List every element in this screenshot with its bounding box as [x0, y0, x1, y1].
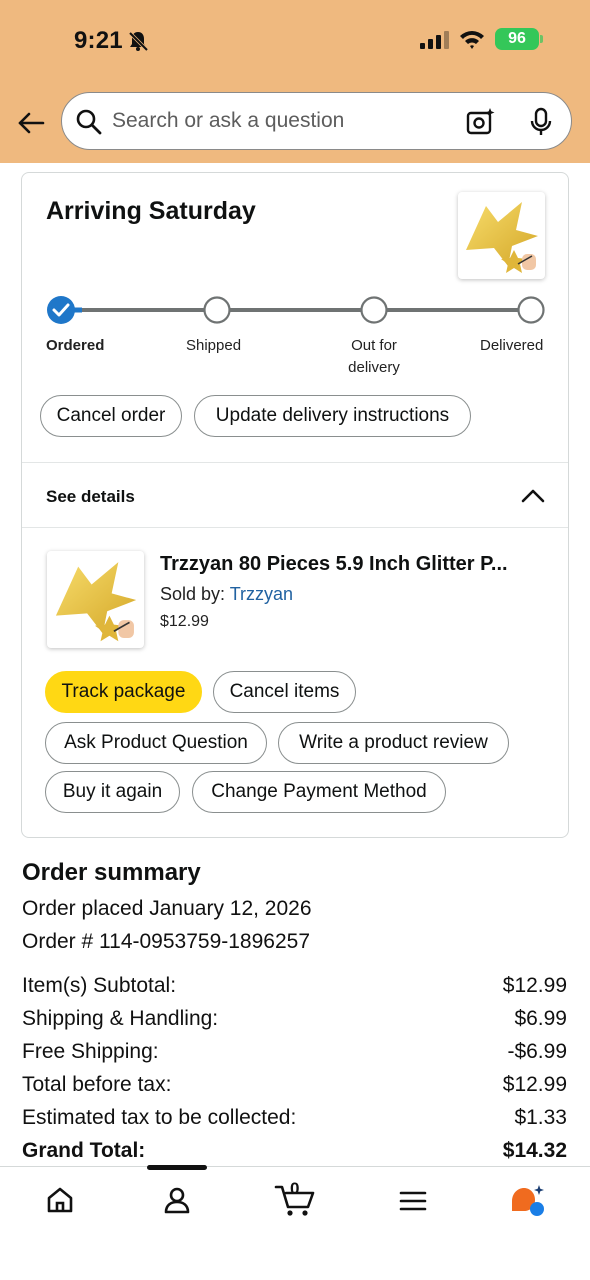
track-package-button[interactable]: Track package	[45, 671, 202, 713]
glitter-star-image	[466, 202, 538, 273]
ask-product-question-button[interactable]: Ask Product Question	[45, 722, 267, 764]
cart-count: 0	[290, 1179, 300, 1198]
cellular-signal-icon	[420, 31, 449, 49]
rufus-assistant-icon[interactable]	[509, 1183, 547, 1219]
header: 9:21 96	[0, 0, 590, 163]
free-shipping-value: -$6.99	[507, 1040, 567, 1063]
step-ofd-line1: Out for	[351, 337, 397, 354]
wifi-icon	[460, 31, 484, 49]
buy-it-again-button[interactable]: Buy it again	[45, 771, 180, 813]
step-out-for-delivery-label: Out for delivery	[340, 335, 408, 379]
update-delivery-instructions-button[interactable]: Update delivery instructions	[194, 395, 471, 437]
divider	[22, 527, 568, 528]
step-shipped-label: Shipped	[186, 337, 242, 354]
seller-link[interactable]: Trzzyan	[230, 584, 293, 604]
cancel-items-button[interactable]: Cancel items	[213, 671, 356, 713]
microphone-icon[interactable]	[529, 107, 553, 137]
divider	[22, 462, 568, 463]
camera-lens-icon[interactable]	[466, 107, 496, 137]
status-time: 9:21	[74, 27, 123, 54]
product-thumbnail[interactable]	[458, 192, 545, 279]
estimated-tax-label: Estimated tax to be collected:	[22, 1106, 297, 1129]
grand-total-label: Grand Total:	[22, 1139, 146, 1162]
item-thumbnail[interactable]	[47, 551, 144, 648]
glitter-star-image	[55, 562, 137, 642]
item-title-link[interactable]: Trzzyan 80 Pieces 5.9 Inch Glitter P...	[160, 553, 552, 576]
bell-muted-icon	[127, 30, 149, 52]
cart-button[interactable]: 0	[274, 1179, 316, 1217]
bottom-nav: 0	[0, 1165, 590, 1280]
subtotal-label: Item(s) Subtotal:	[22, 974, 177, 997]
battery-indicator: 96	[495, 28, 543, 50]
chevron-up-icon[interactable]	[520, 486, 546, 506]
see-details-toggle[interactable]: See details	[46, 487, 135, 507]
step-delivered-label: Delivered	[480, 337, 544, 354]
account-icon[interactable]	[162, 1185, 192, 1215]
search-icon	[76, 109, 102, 135]
search-bar[interactable]	[61, 92, 572, 150]
menu-icon[interactable]	[399, 1185, 427, 1215]
subtotal-value: $12.99	[502, 974, 567, 997]
search-input[interactable]	[112, 93, 452, 148]
arriving-heading: Arriving Saturday	[46, 197, 256, 225]
sold-by-label: Sold by:	[160, 584, 230, 604]
order-card: Arriving Saturday Ordered Shipped Out fo…	[21, 172, 569, 838]
back-arrow-icon[interactable]	[16, 108, 46, 138]
battery-level: 96	[508, 30, 526, 47]
write-review-button[interactable]: Write a product review	[278, 722, 509, 764]
shipping-label: Shipping & Handling:	[22, 1007, 219, 1030]
step-ofd-line2: delivery	[348, 359, 400, 376]
sold-by: Sold by: Trzzyan	[160, 584, 293, 605]
free-shipping-label: Free Shipping:	[22, 1040, 159, 1063]
order-number: Order # 114-0953759-1896257	[22, 930, 311, 953]
active-tab-indicator	[147, 1165, 207, 1170]
order-summary-title: Order summary	[22, 859, 201, 886]
total-before-tax-label: Total before tax:	[22, 1073, 172, 1096]
cancel-order-button[interactable]: Cancel order	[40, 395, 182, 437]
shipping-value: $6.99	[514, 1007, 567, 1030]
delivery-progress-track	[47, 296, 545, 324]
order-placed-date: Order placed January 12, 2026	[22, 897, 312, 920]
change-payment-method-button[interactable]: Change Payment Method	[192, 771, 446, 813]
grand-total-value: $14.32	[502, 1139, 567, 1162]
home-icon[interactable]	[45, 1185, 75, 1215]
total-before-tax-value: $12.99	[502, 1073, 567, 1096]
step-ordered-label: Ordered	[46, 337, 105, 354]
estimated-tax-value: $1.33	[514, 1106, 567, 1129]
item-price: $12.99	[160, 613, 209, 630]
